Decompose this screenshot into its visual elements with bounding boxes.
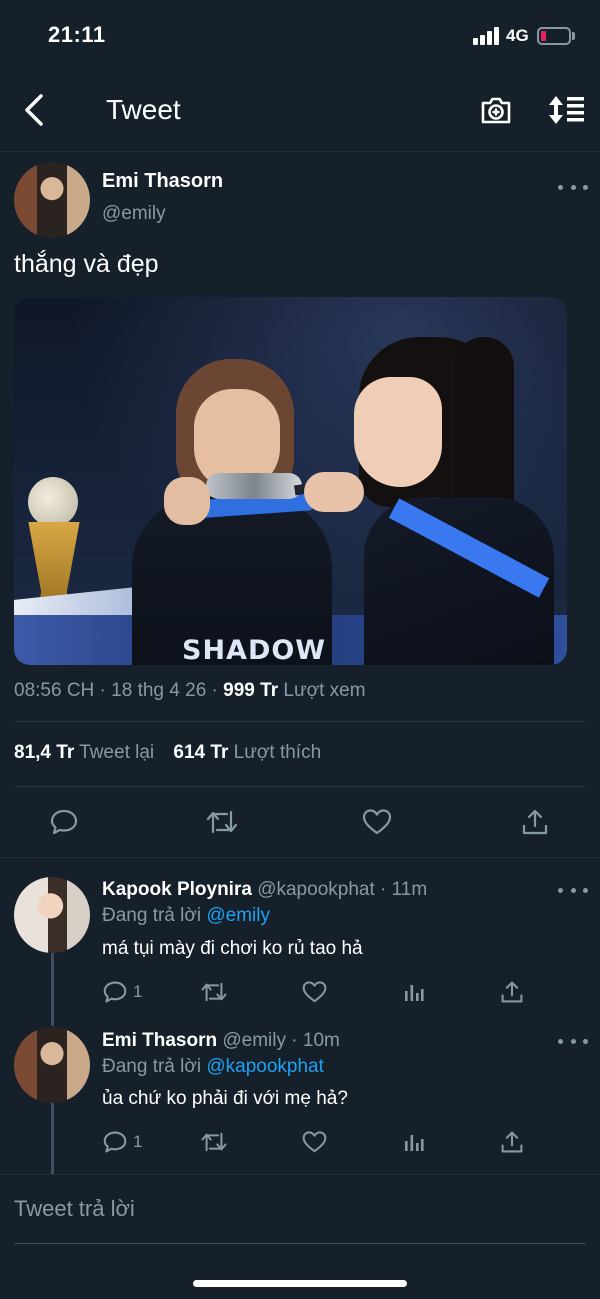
battery-icon: [537, 27, 571, 45]
retweet-button[interactable]: [200, 970, 228, 1014]
tweet-time: 08:56 CH: [14, 680, 95, 701]
views-label: Lượt xem: [283, 680, 366, 701]
views-count: 999 Tr: [223, 680, 279, 701]
share-button[interactable]: [500, 1120, 524, 1164]
reply-button[interactable]: 1: [103, 970, 142, 1014]
heart-icon: [302, 1131, 327, 1153]
retweets-label[interactable]: Tweet lại: [79, 742, 154, 763]
tweet-photo[interactable]: SHADOW: [14, 297, 567, 665]
replying-to: Đang trả lời @emily: [102, 905, 270, 927]
back-chevron-icon: [25, 94, 43, 126]
analytics-icon: [405, 985, 424, 1001]
retweet-icon: [201, 982, 227, 1002]
tweet-text: thắng và đẹp: [14, 250, 159, 278]
avatar[interactable]: [14, 162, 90, 238]
reply-text: ủa chứ ko phải đi với mẹ hả?: [102, 1088, 348, 1109]
home-indicator[interactable]: [193, 1280, 407, 1287]
jersey-text: SHADOW: [182, 635, 327, 665]
replying-label: Đang trả lời: [102, 1056, 202, 1077]
reply-compose-input[interactable]: Tweet trả lời: [14, 1196, 135, 1222]
reply-time: 11m: [391, 879, 428, 900]
avatar[interactable]: [14, 1027, 90, 1103]
reply-count: 1: [133, 1132, 143, 1151]
author-name[interactable]: Emi Thasorn: [102, 170, 223, 193]
sort-icon: [549, 96, 584, 124]
like-button[interactable]: [362, 800, 392, 844]
replying-mention[interactable]: @emily: [206, 905, 270, 926]
author-handle[interactable]: @emily: [102, 203, 166, 225]
more-options-button[interactable]: [558, 180, 588, 194]
reply-time: 10m: [302, 1030, 340, 1051]
reply-icon: [50, 809, 78, 835]
like-button[interactable]: [302, 1120, 327, 1164]
nav-bar: Tweet: [0, 72, 600, 152]
main-action-bar: [0, 800, 600, 844]
camera-button[interactable]: [476, 90, 516, 130]
replying-label: Đang trả lời: [102, 905, 202, 926]
like-button[interactable]: [302, 970, 327, 1014]
likes-label[interactable]: Lượt thích: [234, 742, 322, 763]
tweet-stats: 81,4 Tr Tweet lại 614 Tr Lượt thích: [14, 742, 321, 764]
replying-to: Đang trả lời @kapookphat: [102, 1056, 324, 1078]
heart-icon: [302, 981, 327, 1003]
compose-underline: [14, 1243, 586, 1244]
reply-author-name: Emi Thasorn: [102, 1030, 218, 1051]
divider: [0, 1174, 600, 1175]
reply-author[interactable]: Emi Thasorn @emily · 10m: [102, 1030, 340, 1052]
tweet-detail-screen: 21:11 4G Tweet Emi Thasorn @emily thắng …: [0, 0, 600, 1299]
retweet-icon: [201, 1132, 227, 1152]
page-title: Tweet: [106, 94, 181, 125]
more-options-button[interactable]: [558, 883, 588, 897]
analytics-icon: [405, 1135, 424, 1151]
back-button[interactable]: [14, 90, 54, 130]
divider: [14, 721, 586, 722]
reply-text: má tụi mày đi chơi ko rủ tao hả: [102, 938, 363, 959]
status-time: 21:11: [48, 22, 106, 47]
reply-icon: [103, 981, 127, 1003]
reply-button[interactable]: [50, 800, 78, 844]
tweet-meta: 08:56 CH · 18 thg 4 26 · 999 Tr Lượt xem: [14, 680, 366, 701]
reply-author-handle: @kapookphat: [257, 879, 375, 900]
retweet-button[interactable]: [200, 1120, 228, 1164]
reply-author[interactable]: Kapook Ploynira @kapookphat · 11m: [102, 879, 427, 901]
share-button[interactable]: [521, 800, 549, 844]
divider: [0, 857, 600, 858]
reply-author-name: Kapook Ploynira: [102, 879, 252, 900]
reply-author-handle: @emily: [222, 1030, 286, 1051]
camera-add-icon: [481, 97, 511, 124]
share-icon: [501, 1131, 523, 1153]
retweet-icon: [206, 810, 238, 834]
reply-icon: [103, 1131, 127, 1153]
status-bar: 21:11 4G: [0, 0, 600, 72]
signal-strength-icon: [473, 27, 500, 45]
heart-icon: [362, 809, 392, 835]
tweet-date: 18 thg 4 26: [111, 680, 207, 701]
avatar[interactable]: [14, 877, 90, 953]
replying-mention[interactable]: @kapookphat: [206, 1056, 324, 1077]
retweets-count[interactable]: 81,4 Tr: [14, 742, 74, 763]
sort-button[interactable]: [544, 90, 588, 130]
network-type: 4G: [506, 26, 529, 45]
trophy-shape: [28, 477, 78, 527]
reply-action-bar: 1: [0, 970, 600, 1014]
reply-action-bar: 1: [0, 1120, 600, 1164]
share-icon: [522, 809, 548, 835]
analytics-button[interactable]: [403, 1120, 425, 1164]
share-button[interactable]: [500, 970, 524, 1014]
retweet-button[interactable]: [205, 800, 239, 844]
divider: [14, 786, 586, 787]
reply-button[interactable]: 1: [103, 1120, 142, 1164]
more-options-button[interactable]: [558, 1034, 588, 1048]
likes-count[interactable]: 614 Tr: [173, 742, 228, 763]
battery-tip: [572, 32, 575, 40]
reply-count: 1: [133, 982, 143, 1001]
share-icon: [501, 981, 523, 1003]
analytics-button[interactable]: [403, 970, 425, 1014]
